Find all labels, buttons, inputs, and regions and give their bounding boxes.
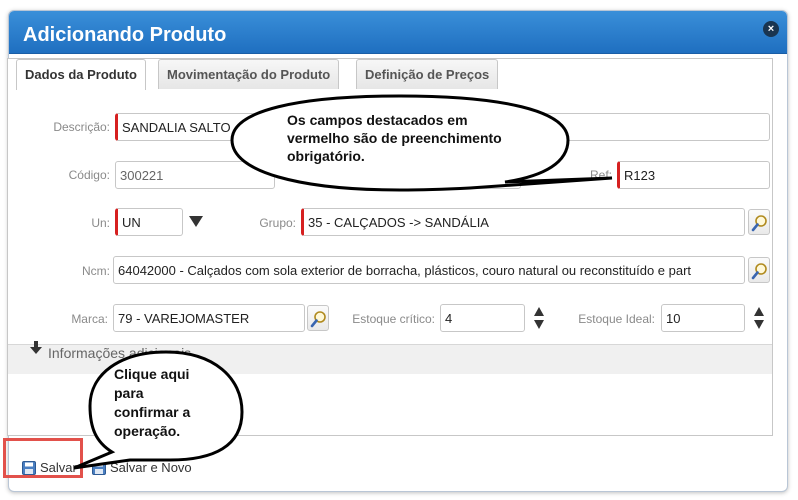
marca-lookup-button[interactable] (307, 305, 329, 331)
grupo-label: Grupo: (259, 216, 296, 230)
callout-line: Clique aqui (114, 366, 190, 382)
callout-line: operação. (114, 423, 181, 439)
descricao-label: Descrição: (53, 120, 110, 134)
ref-label: Ref: (589, 168, 612, 182)
magnifier-icon (310, 311, 326, 328)
floppy-disk-icon (22, 461, 36, 475)
save-button-label: Salvar (40, 460, 77, 475)
marca-field[interactable]: 79 - VAREJOMASTER (113, 304, 305, 332)
dialog-title: Adicionando Produto (23, 24, 227, 46)
ncm-field[interactable]: 64042000 - Calçados com sola exterior de… (113, 256, 745, 284)
ref-field[interactable]: R123 (617, 161, 770, 189)
estoque-ideal-field[interactable]: 10 (661, 304, 745, 332)
tab-movimentacao-produto[interactable]: Movimentação do Produto (158, 59, 340, 89)
click-here-callout: Clique aqui para confirmar a operação. (114, 365, 190, 441)
codigo-label: Código: (68, 168, 110, 182)
tab-dados-produto[interactable]: Dados da Produto (16, 59, 146, 90)
save-and-new-button-label: Salvar e Novo (110, 460, 192, 475)
save-button[interactable]: Salvar (18, 456, 82, 480)
estoque-ideal-label: Estoque Ideal: (578, 312, 655, 326)
close-icon[interactable]: × (763, 21, 779, 37)
triangle-down-icon[interactable] (188, 214, 204, 228)
grupo-lookup-button[interactable] (748, 209, 770, 235)
floppy-disk-icon (92, 461, 106, 475)
callout-line: confirmar a (114, 404, 191, 420)
required-fields-callout: Os campos destacados em vermelho são de … (287, 111, 502, 165)
callout-line: para (114, 385, 144, 401)
magnifier-icon (751, 215, 767, 232)
cod-fab-field[interactable] (369, 161, 521, 189)
grupo-field[interactable]: 35 - CALÇADOS -> SANDÁLIA (301, 208, 745, 236)
arrow-down-icon (30, 341, 42, 354)
cod-fab-label: Cód. Fab: (311, 168, 364, 182)
ncm-lookup-button[interactable] (748, 257, 770, 283)
un-select[interactable]: UN (115, 208, 183, 236)
up-down-arrows-icon[interactable] (533, 305, 545, 331)
save-and-new-button[interactable]: Salvar e Novo (88, 456, 198, 480)
estoque-critico-label: Estoque crítico: (352, 312, 435, 326)
up-down-arrows-icon[interactable] (753, 305, 765, 331)
magnifier-icon (751, 263, 767, 280)
un-label: Un: (91, 216, 110, 230)
tab-definicao-precos[interactable]: Definição de Preços (356, 59, 499, 89)
callout-line: vermelho são de preenchimento (287, 130, 502, 146)
callout-line: obrigatório. (287, 148, 365, 164)
ncm-label: Ncm: (82, 264, 110, 278)
estoque-critico-field[interactable]: 4 (440, 304, 525, 332)
dialog-titlebar: Adicionando Produto × (9, 11, 787, 54)
marca-label: Marca: (71, 312, 108, 326)
additional-info-label: Informações adicionais (48, 345, 192, 361)
codigo-field[interactable]: 300221 (115, 161, 275, 189)
callout-line: Os campos destacados em (287, 112, 468, 128)
